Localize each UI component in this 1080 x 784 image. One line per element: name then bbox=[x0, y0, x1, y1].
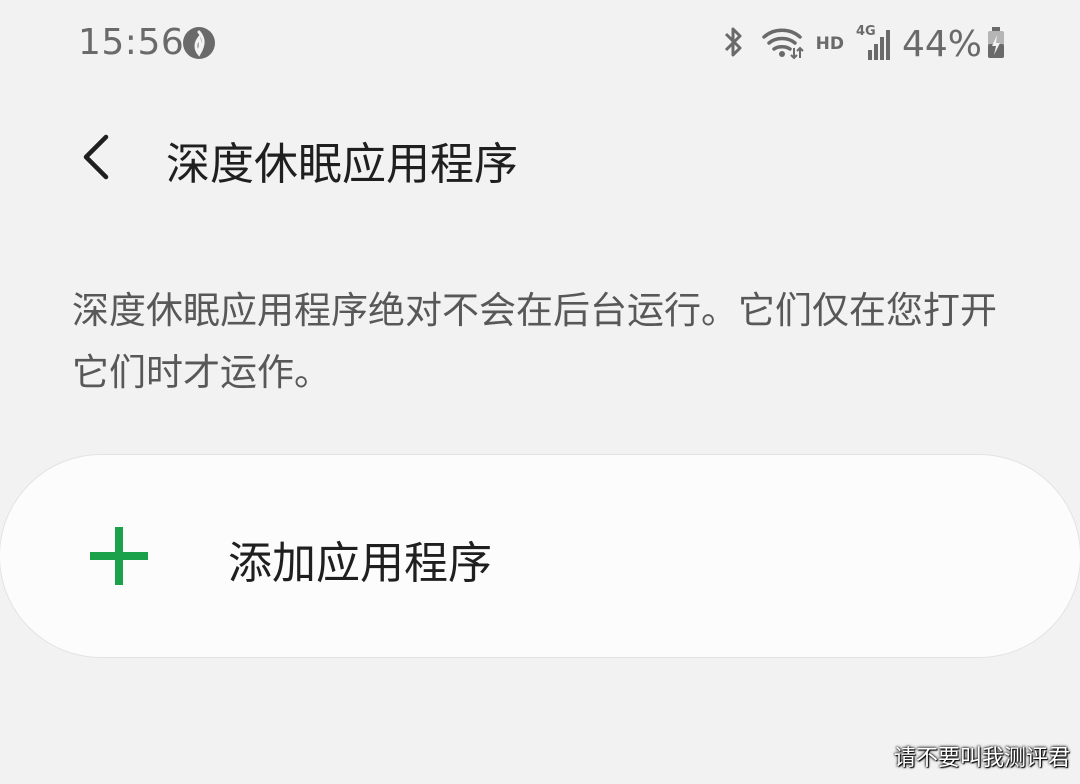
bluetooth-icon bbox=[718, 24, 748, 64]
description-text: 深度休眠应用程序绝对不会在后台运行。它们仅在您打开它们时才运作。 bbox=[72, 289, 997, 394]
battery-percent: 44% bbox=[901, 23, 982, 65]
signal-icon: 4G bbox=[856, 24, 890, 62]
plus-icon bbox=[88, 525, 150, 587]
status-time: 15:56 bbox=[78, 22, 185, 63]
back-button[interactable] bbox=[66, 126, 126, 192]
chevron-left-icon bbox=[76, 129, 116, 189]
status-icons: HD 4G 44% bbox=[706, 22, 1006, 66]
screen: 15:56 HD 4G 44% 深度休眠应用程序 深度休眠应用程序绝对不会在后台… bbox=[0, 0, 1080, 784]
page-title: 深度休眠应用程序 bbox=[166, 139, 518, 190]
app-bar: 深度休眠应用程序 bbox=[0, 120, 1080, 200]
watermark-text: 请不要叫我测评君 bbox=[893, 746, 1070, 771]
add-app-label: 添加应用程序 bbox=[228, 538, 492, 589]
hd-icon: HD bbox=[815, 34, 844, 54]
add-app-button[interactable]: 添加应用程序 bbox=[0, 455, 1080, 657]
wifi-icon bbox=[760, 24, 804, 64]
battery-charging-icon bbox=[986, 24, 1006, 64]
status-bar: 15:56 HD 4G 44% bbox=[0, 0, 1080, 88]
app-notification-icon bbox=[182, 26, 216, 60]
